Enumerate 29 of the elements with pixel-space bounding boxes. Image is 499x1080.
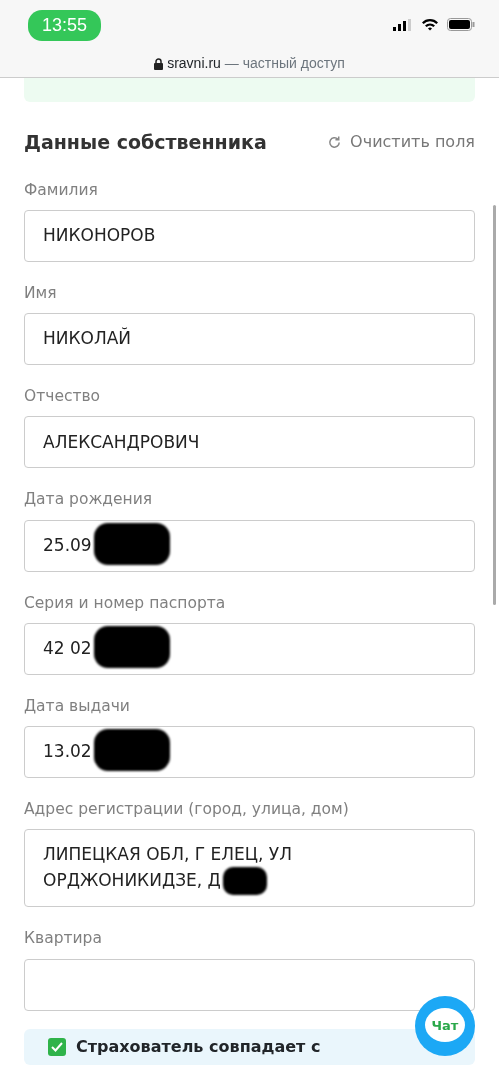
lock-icon (154, 57, 164, 70)
input-field[interactable]: АЛЕКСАНДРОВИЧ (24, 416, 475, 469)
field-label: Дата рождения (24, 489, 154, 511)
input-field[interactable] (24, 958, 475, 1011)
clock: 13:55 (28, 10, 102, 41)
access-note: — частный доступ (224, 54, 345, 73)
field-label: Дата выдачи (24, 695, 131, 717)
site-domain[interactable]: sravni.ru (167, 53, 221, 74)
input-field[interactable]: 42 02 (24, 622, 475, 675)
input-field[interactable]: 13.02 (24, 726, 475, 778)
field-label: Адрес регистрации (город, улица, дом) (24, 799, 350, 820)
input-field[interactable]: 25.09 (24, 519, 475, 572)
battery-icon (447, 18, 475, 31)
field-label: Квартира (24, 928, 103, 950)
input-field[interactable]: ЛИПЕЦКАЯ ОБЛ, Г ЕЛЕЦ, УЛ ОРДЖОНИКИДЗЕ, Д (24, 829, 475, 908)
field-label: Фамилия (24, 179, 99, 201)
field-label: Серия и номер паспорта (24, 592, 227, 614)
redaction-mark (222, 867, 267, 896)
signal-icon (393, 18, 413, 31)
checkbox-label: Страхователь совпадает с (76, 1035, 321, 1058)
checkbox[interactable] (48, 1037, 66, 1056)
wifi-icon (421, 18, 439, 31)
input-field[interactable]: НИКОНОРОВ (24, 209, 475, 262)
refresh-icon (327, 134, 343, 150)
field-label: Имя (24, 282, 58, 304)
clear-fields-link[interactable]: Очистить поля (327, 130, 475, 155)
field-label: Отчество (24, 386, 102, 407)
input-field[interactable]: НИКОЛАЙ (24, 313, 475, 365)
section-title: Данные собственника (24, 130, 267, 155)
